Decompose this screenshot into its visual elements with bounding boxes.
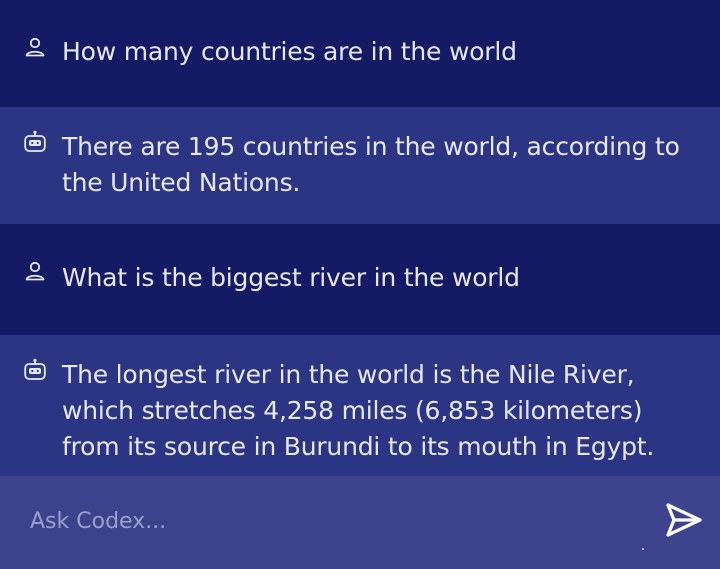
chat-app: How many countries are in the world Ther…: [0, 0, 720, 569]
send-icon: [666, 503, 702, 537]
composer: [0, 476, 720, 569]
bot-message: There are 195 countries in the world, ac…: [0, 107, 720, 224]
person-icon: [25, 261, 45, 281]
message-text: What is the biggest river in the world: [62, 263, 520, 292]
cursor-dot: [642, 548, 644, 550]
send-button[interactable]: [664, 500, 704, 540]
message-text: The longest river in the world is the Ni…: [62, 360, 655, 461]
robot-icon: [24, 358, 46, 380]
user-message: What is the biggest river in the world: [0, 224, 720, 335]
chat-thread: How many countries are in the world Ther…: [0, 0, 720, 476]
message-text: There are 195 countries in the world, ac…: [62, 132, 680, 197]
message-text: How many countries are in the world: [62, 37, 517, 66]
robot-icon: [24, 130, 46, 152]
bot-message: The longest river in the world is the Ni…: [0, 335, 720, 476]
prompt-input[interactable]: [0, 476, 640, 566]
user-message: How many countries are in the world: [0, 0, 720, 107]
person-icon: [25, 37, 45, 57]
